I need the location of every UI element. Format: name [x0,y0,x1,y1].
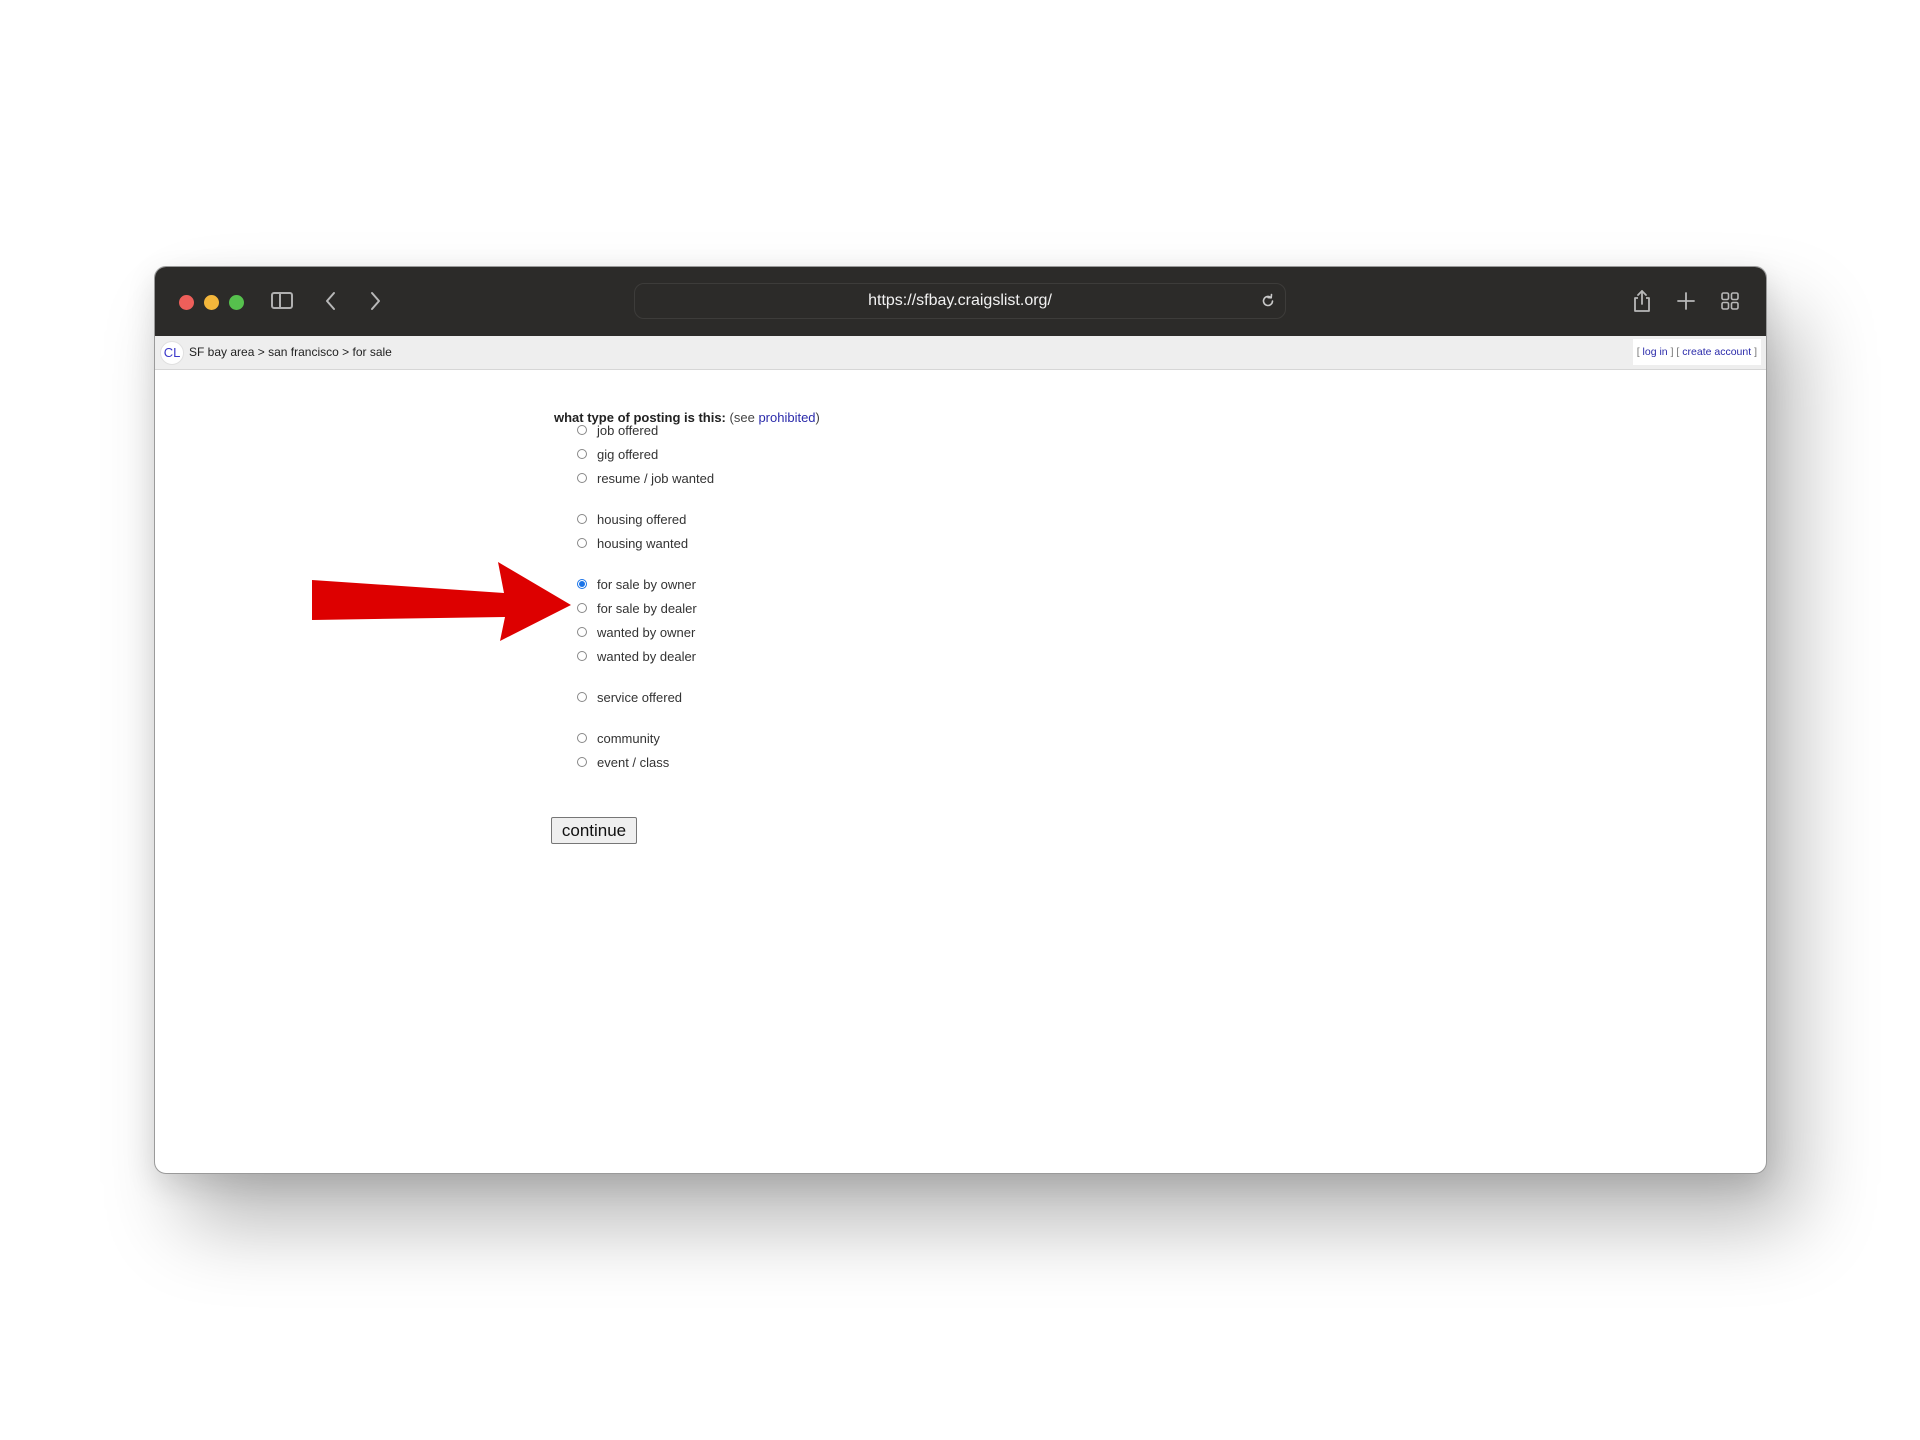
radio-button-checked[interactable] [577,579,587,589]
back-button[interactable] [320,287,342,315]
plus-icon[interactable] [1676,291,1696,311]
sidebar-icon[interactable] [271,292,293,309]
option-label[interactable]: service offered [597,690,682,705]
see-suffix: ) [815,410,820,425]
bracket: ] [1670,346,1674,358]
share-icon[interactable] [1632,288,1652,314]
bracket: ] [1754,346,1757,358]
craigslist-logo[interactable]: CL [160,341,184,365]
posting-type-option[interactable]: job offered [577,420,658,440]
reload-icon[interactable] [1259,292,1277,310]
option-label[interactable]: gig offered [597,447,658,462]
log-in-link[interactable]: log in [1643,346,1668,358]
posting-type-option[interactable]: wanted by owner [577,622,695,642]
posting-type-option[interactable]: service offered [577,687,682,707]
chevron-right-icon [371,292,380,310]
option-label[interactable]: for sale by dealer [597,601,697,616]
option-label[interactable]: wanted by owner [597,625,695,640]
breadcrumb-item-for-sale[interactable]: for sale [352,345,391,359]
posting-type-option[interactable]: event / class [577,752,669,772]
radio-button[interactable] [577,603,587,613]
browser-toolbar: https://sfbay.craigslist.org/ [155,267,1766,336]
account-links: [ log in ] [ create account ] [1632,339,1761,365]
option-label[interactable]: for sale by owner [597,577,696,592]
radio-button[interactable] [577,757,587,767]
breadcrumb: CL SF bay area > san francisco > for sal… [155,336,1766,370]
browser-window: https://sfbay.craigslist.org/ CL SF bay … [154,266,1767,1174]
radio-button[interactable] [577,692,587,702]
posting-type-option[interactable]: for sale by dealer [577,598,697,618]
continue-button[interactable]: continue [551,817,637,844]
chevron-left-icon [326,292,335,310]
create-account-link[interactable]: create account [1682,346,1751,358]
radio-button[interactable] [577,473,587,483]
radio-button[interactable] [577,651,587,661]
breadcrumb-trail: SF bay area > san francisco > for sale [189,345,392,359]
prohibited-link[interactable]: prohibited [758,410,815,425]
radio-button[interactable] [577,425,587,435]
option-label[interactable]: housing wanted [597,536,688,551]
radio-button[interactable] [577,514,587,524]
breadcrumb-separator: > [257,345,265,359]
see-prefix: (see [729,410,755,425]
bracket: [ [1676,346,1680,358]
bracket: [ [1636,346,1640,358]
option-label[interactable]: community [597,731,660,746]
option-label[interactable]: event / class [597,755,669,770]
radio-button[interactable] [577,538,587,548]
posting-type-option[interactable]: gig offered [577,444,658,464]
posting-type-option[interactable]: housing wanted [577,533,688,553]
radio-button[interactable] [577,733,587,743]
breadcrumb-item-san-francisco[interactable]: san francisco [268,345,339,359]
url-text[interactable]: https://sfbay.craigslist.org/ [635,292,1285,310]
page-content: what type of posting is this: (see prohi… [155,370,1766,1173]
posting-type-option[interactable]: housing offered [577,509,686,529]
forward-button[interactable] [364,287,386,315]
posting-type-option[interactable]: resume / job wanted [577,468,714,488]
address-bar[interactable]: https://sfbay.craigslist.org/ [634,283,1286,319]
breadcrumb-item-sf-bay-area[interactable]: SF bay area [189,345,254,359]
maximize-window-button[interactable] [229,295,244,310]
option-label[interactable]: job offered [597,423,658,438]
radio-button[interactable] [577,627,587,637]
radio-button[interactable] [577,449,587,459]
grid-icon[interactable] [1720,291,1740,311]
option-label[interactable]: resume / job wanted [597,471,714,486]
posting-type-option[interactable]: wanted by dealer [577,646,696,666]
posting-type-option[interactable]: community [577,728,660,748]
minimize-window-button[interactable] [204,295,219,310]
close-window-button[interactable] [179,295,194,310]
posting-type-option[interactable]: for sale by owner [577,574,696,594]
option-label[interactable]: housing offered [597,512,686,527]
breadcrumb-separator: > [342,345,350,359]
option-label[interactable]: wanted by dealer [597,649,696,664]
